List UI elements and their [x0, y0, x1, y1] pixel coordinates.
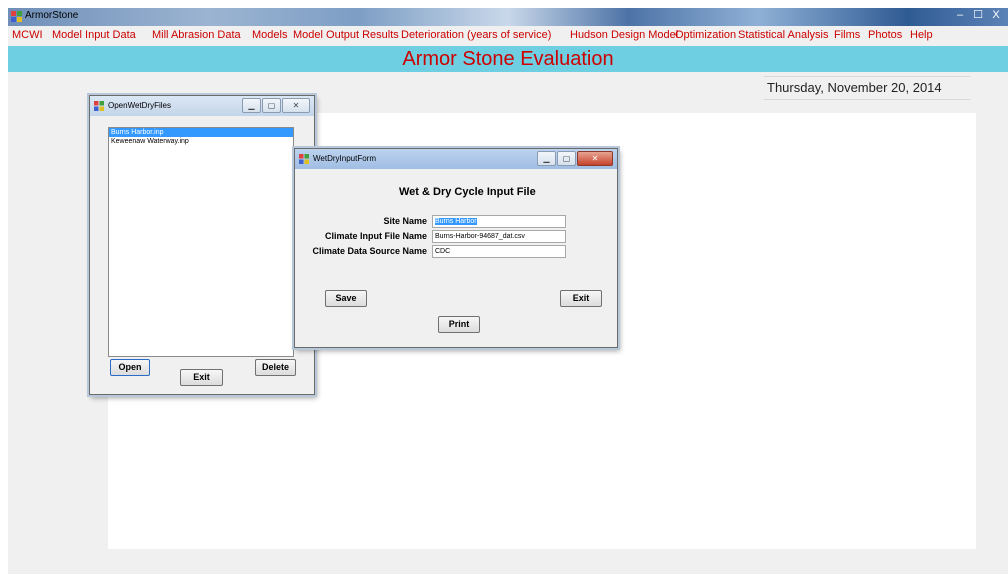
date-text: Thursday, November 20, 2014 [767, 80, 942, 95]
form-heading: Wet & Dry Cycle Input File [399, 186, 536, 198]
dialog-title: WetDryInputForm [313, 154, 376, 163]
list-item[interactable]: Burns Harbor.inp [109, 128, 293, 137]
menu-item-deterioration[interactable]: Deterioration (years of service) [401, 29, 551, 41]
file-list[interactable]: Burns Harbor.inp Keweenaw Waterway.inp [108, 127, 294, 357]
climate-source-label: Climate Data Source Name [312, 246, 427, 256]
menu-item-optimization[interactable]: Optimization [675, 29, 736, 41]
menu-item-help[interactable]: Help [910, 29, 933, 41]
menu-item-model-output-results[interactable]: Model Output Results [293, 29, 399, 41]
form-icon [299, 154, 309, 164]
climate-input-file-input[interactable]: Burns-Harbor-94687_dat.csv [432, 230, 566, 243]
date-display: Thursday, November 20, 2014 [764, 76, 970, 100]
app-window: ArmorStone – ☐ X MCWI Model Input Data M… [8, 8, 1008, 574]
app-title: ArmorStone [25, 10, 79, 21]
save-button[interactable]: Save [325, 290, 367, 307]
site-name-value: Burns Harbor [435, 218, 477, 225]
wet-dry-input-form: WetDryInputForm ▁ ▢ ✕ Wet & Dry Cycle In… [294, 148, 618, 348]
climate-source-input[interactable]: CDC [432, 245, 566, 258]
menu-item-model-input-data[interactable]: Model Input Data [52, 29, 136, 41]
minimize-icon[interactable]: – [952, 8, 968, 22]
menu-item-models[interactable]: Models [252, 29, 287, 41]
dialog-controls: ▁ ▢ ✕ [242, 98, 310, 113]
maximize-icon[interactable]: ▢ [262, 98, 281, 113]
menu-item-mcwi[interactable]: MCWI [12, 29, 43, 41]
delete-button[interactable]: Delete [255, 359, 296, 376]
exit-button[interactable]: Exit [560, 290, 602, 307]
banner: Armor Stone Evaluation [8, 46, 1008, 72]
dialog-titlebar[interactable]: OpenWetDryFiles ▁ ▢ ✕ [90, 96, 314, 116]
menu-item-films[interactable]: Films [834, 29, 860, 41]
list-item[interactable]: Keweenaw Waterway.inp [109, 137, 293, 146]
minimize-icon[interactable]: ▁ [537, 151, 556, 166]
dialog-controls: ▁ ▢ ✕ [537, 151, 613, 166]
exit-button[interactable]: Exit [180, 369, 223, 386]
open-button[interactable]: Open [110, 359, 150, 376]
window-controls: – ☐ X [952, 8, 1004, 24]
form-icon [94, 101, 104, 111]
dialog-title: OpenWetDryFiles [108, 101, 171, 110]
menu-item-mill-abrasion-data[interactable]: Mill Abrasion Data [152, 29, 241, 41]
menu-bar: MCWI Model Input Data Mill Abrasion Data… [8, 28, 1008, 44]
close-icon[interactable]: X [988, 8, 1004, 22]
app-icon [11, 11, 22, 22]
maximize-icon[interactable]: ▢ [557, 151, 576, 166]
open-wet-dry-files-dialog: OpenWetDryFiles ▁ ▢ ✕ Burns Harbor.inp K… [89, 95, 315, 395]
site-name-input[interactable]: Burns Harbor [432, 215, 566, 228]
climate-input-file-label: Climate Input File Name [324, 231, 427, 241]
close-icon[interactable]: ✕ [282, 98, 310, 113]
dialog-titlebar[interactable]: WetDryInputForm ▁ ▢ ✕ [295, 149, 617, 169]
print-button[interactable]: Print [438, 316, 480, 333]
menu-item-photos[interactable]: Photos [868, 29, 902, 41]
banner-title: Armor Stone Evaluation [402, 48, 614, 70]
close-icon[interactable]: ✕ [577, 151, 613, 166]
menu-item-hudson-design-model[interactable]: Hudson Design Model [570, 29, 678, 41]
site-name-label: Site Name [383, 216, 427, 226]
maximize-icon[interactable]: ☐ [970, 8, 986, 22]
minimize-icon[interactable]: ▁ [242, 98, 261, 113]
menu-item-statistical-analysis[interactable]: Statistical Analysis [738, 29, 828, 41]
app-titlebar[interactable]: ArmorStone – ☐ X [8, 8, 1008, 26]
